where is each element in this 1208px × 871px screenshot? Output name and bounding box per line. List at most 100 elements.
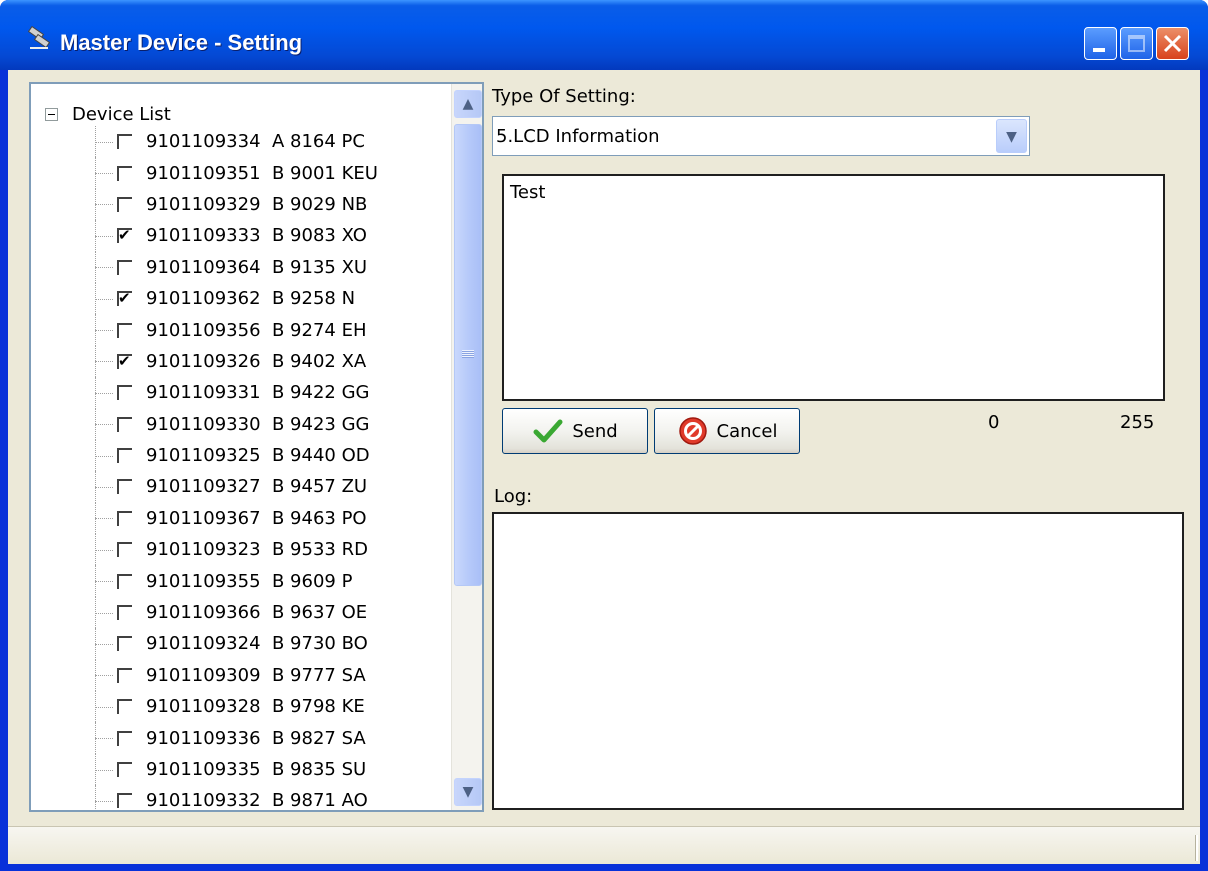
tree-item[interactable]: 9101109327 B 9457 ZU xyxy=(31,471,451,504)
setting-text-value: Test xyxy=(510,182,546,203)
tree-item[interactable]: 9101109331 B 9422 GG xyxy=(31,377,451,409)
setting-type-select[interactable]: 5.LCD Information ▼ xyxy=(492,116,1030,156)
scroll-up-button[interactable]: ▲ xyxy=(454,90,482,118)
tree-root[interactable]: Device List xyxy=(45,102,171,126)
tree-item-label: 9101109329 B 9029 NB xyxy=(146,193,368,215)
checkbox[interactable] xyxy=(117,699,132,715)
maximize-button[interactable] xyxy=(1120,27,1153,60)
checkbox[interactable] xyxy=(117,322,132,338)
tree-item-label: 9101109335 B 9835 SU xyxy=(146,759,367,780)
scroll-thumb[interactable] xyxy=(454,124,482,586)
tree-item-label: 9101109327 B 9457 ZU xyxy=(146,476,368,498)
checkbox[interactable] xyxy=(117,416,132,432)
app-window: Master Device - Setting Device List 9101… xyxy=(0,0,1208,871)
client-area: Device List 9101109334 A 8164 PC 91011093… xyxy=(8,70,1200,864)
tree-item-label: 9101109323 B 9533 RD xyxy=(146,539,368,561)
setting-type-value: 5.LCD Information xyxy=(496,126,660,147)
tree-item[interactable]: 9101109326 B 9402 XA xyxy=(31,345,451,378)
tree-scrollbar[interactable]: ▲ ▼ xyxy=(451,84,482,810)
tree-item-label: 9101109330 B 9423 GG xyxy=(146,413,370,435)
tree-item[interactable]: 9101109336 B 9827 SA xyxy=(31,722,451,755)
minimize-icon xyxy=(1093,48,1105,52)
tree-item-label: 9101109333 B 9083 XO xyxy=(146,225,367,247)
tree-item[interactable]: 9101109323 B 9533 RD xyxy=(31,534,451,566)
tree-item[interactable]: 9101109356 B 9274 EH xyxy=(31,314,451,347)
tree-item[interactable]: 9101109364 B 9135 XU xyxy=(31,251,451,284)
tree-item[interactable]: 9101109362 B 9258 N xyxy=(31,282,451,315)
tree-item[interactable]: 9101109333 B 9083 XO xyxy=(31,220,451,252)
tree-item-label: 9101109331 B 9422 GG xyxy=(146,382,370,404)
checkbox[interactable] xyxy=(117,793,132,809)
cancel-button-label: Cancel xyxy=(716,420,778,442)
checkbox[interactable] xyxy=(117,636,132,652)
no-entry-icon xyxy=(678,417,707,445)
tree-root-label: Device List xyxy=(72,103,171,125)
title-bar[interactable]: Master Device - Setting xyxy=(0,0,1208,70)
checkmark-icon xyxy=(533,419,563,443)
tree-item-label: 9101109364 B 9135 XU xyxy=(146,256,368,278)
checkbox[interactable] xyxy=(117,542,132,558)
send-button[interactable]: Send xyxy=(502,408,648,454)
tree-item-label: 9101109334 A 8164 PC xyxy=(146,131,365,153)
close-icon xyxy=(1163,34,1182,53)
close-button[interactable] xyxy=(1156,27,1189,60)
checkbox[interactable] xyxy=(117,259,132,275)
checkbox[interactable] xyxy=(117,573,132,589)
tree-item[interactable]: 9101109367 B 9463 PO xyxy=(31,502,451,535)
device-tree[interactable]: Device List 9101109334 A 8164 PC 91011093… xyxy=(29,82,484,812)
tree-item[interactable]: 9101109351 B 9001 KEU xyxy=(31,157,451,190)
char-count-min: 0 xyxy=(988,412,1000,433)
window-title: Master Device - Setting xyxy=(60,30,303,55)
tree-item-label: 9101109332 B 9871 AO xyxy=(146,790,368,812)
checkbox[interactable] xyxy=(117,479,132,495)
tree-item[interactable]: 9101109334 A 8164 PC xyxy=(31,126,451,158)
tree-item-label: 9101109309 B 9777 SA xyxy=(146,664,366,686)
collapse-icon[interactable] xyxy=(45,107,58,121)
tree-item-label: 9101109328 B 9798 KE xyxy=(146,696,365,718)
log-label: Log: xyxy=(494,486,533,507)
checkbox-checked[interactable] xyxy=(117,291,132,307)
tree-item[interactable]: 9101109309 B 9777 SA xyxy=(31,659,451,692)
setting-text-area[interactable]: Test xyxy=(502,174,1165,401)
checkbox[interactable] xyxy=(117,448,132,464)
tree-item[interactable]: 9101109330 B 9423 GG xyxy=(31,408,451,441)
tree-item[interactable]: 9101109335 B 9835 SU xyxy=(31,753,451,786)
checkbox[interactable] xyxy=(117,667,132,683)
checkbox[interactable] xyxy=(117,510,132,526)
chevron-down-icon[interactable]: ▼ xyxy=(996,119,1027,153)
checkbox-checked[interactable] xyxy=(117,353,132,369)
log-area[interactable] xyxy=(492,512,1184,810)
tree-item[interactable]: 9101109332 B 9871 AO xyxy=(31,785,451,812)
type-of-setting-label: Type Of Setting: xyxy=(492,86,636,107)
tree-item[interactable]: 9101109328 B 9798 KE xyxy=(31,691,451,723)
minimize-button[interactable] xyxy=(1084,27,1117,60)
tree-item[interactable]: 9101109325 B 9440 OD xyxy=(31,439,451,472)
checkbox[interactable] xyxy=(117,605,132,621)
tree-item-label: 9101109362 B 9258 N xyxy=(146,288,356,310)
tree-item-label: 9101109325 B 9440 OD xyxy=(146,445,370,467)
tree-item[interactable]: 9101109355 B 9609 P xyxy=(31,565,451,598)
send-button-label: Send xyxy=(572,420,618,442)
cancel-button[interactable]: Cancel xyxy=(654,408,800,454)
checkbox[interactable] xyxy=(117,762,132,777)
tree-item[interactable]: 9101109366 B 9637 OE xyxy=(31,596,451,629)
checkbox[interactable] xyxy=(117,196,132,212)
checkbox[interactable] xyxy=(117,165,132,181)
tree-item-label: 9101109367 B 9463 PO xyxy=(146,507,367,529)
tree-item-label: 9101109326 B 9402 XA xyxy=(146,350,367,372)
satellite-icon xyxy=(27,26,51,49)
tree-item-label: 9101109355 B 9609 P xyxy=(146,570,353,592)
tree-item[interactable]: 9101109324 B 9730 BO xyxy=(31,628,451,661)
checkbox[interactable] xyxy=(117,730,132,746)
grip-icon xyxy=(462,350,474,358)
device-list: 9101109334 A 8164 PC 9101109351 B 9001 KE… xyxy=(31,126,451,812)
scroll-down-button[interactable]: ▼ xyxy=(454,778,482,806)
tree-item-label: 9101109336 B 9827 SA xyxy=(146,727,366,749)
checkbox[interactable] xyxy=(117,134,132,150)
tree-item-label: 9101109366 B 9637 OE xyxy=(146,602,368,624)
checkbox[interactable] xyxy=(117,385,132,401)
tree-item[interactable]: 9101109329 B 9029 NB xyxy=(31,188,451,221)
tree-item-label: 9101109351 B 9001 KEU xyxy=(146,162,378,184)
resize-grip-icon[interactable] xyxy=(1195,835,1198,861)
checkbox-checked[interactable] xyxy=(117,228,132,244)
